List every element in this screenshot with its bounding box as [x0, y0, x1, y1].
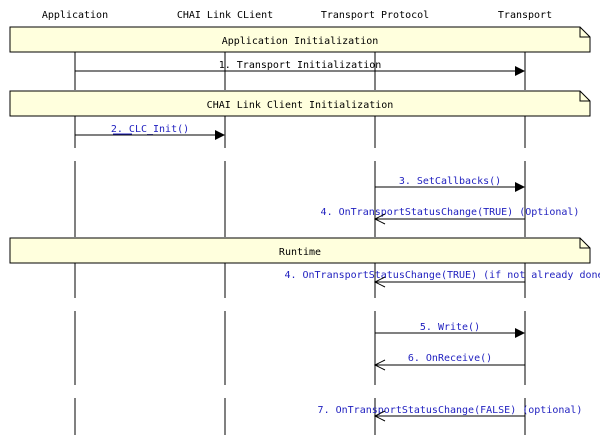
message-5-write: 5. Write() — [375, 322, 525, 338]
arrowhead-filled — [515, 66, 525, 76]
message-4-on-transport-status-change-if-not-done: 4. OnTransportStatusChange(TRUE) (if not… — [284, 270, 600, 288]
arrowhead-filled — [215, 130, 225, 140]
message-3-label: 3. SetCallbacks() — [399, 176, 501, 187]
message-7-label: 7. OnTransportStatusChange(FALSE) (optio… — [318, 405, 583, 416]
message-4b-label: 4. OnTransportStatusChange(TRUE) (if not… — [284, 270, 600, 281]
message-3-set-callbacks: 3. SetCallbacks() — [375, 176, 525, 192]
note-chai-link-client-initialization-label: CHAI Link Client Initialization — [207, 100, 394, 111]
note-application-initialization-label: Application Initialization — [222, 36, 379, 47]
message-1-label: 1. Transport Initialization — [219, 60, 382, 71]
note-runtime-label: Runtime — [279, 247, 321, 258]
note-runtime: Runtime — [9, 237, 591, 264]
sequence-diagram: Application CHAI Link CLient Transport P… — [9, 10, 600, 435]
message-2-clc-init: 2. CLC_Init() — [75, 124, 225, 140]
message-6-label: 6. OnReceive() — [408, 353, 492, 364]
message-6-on-receive: 6. OnReceive() — [373, 353, 525, 371]
message-1-transport-initialization: 1. Transport Initialization — [75, 60, 525, 76]
message-5-label: 5. Write() — [420, 322, 480, 333]
arrowhead-filled — [515, 328, 525, 338]
participant-application: Application — [42, 10, 108, 21]
participant-chai-link-client: CHAI Link CLient — [177, 10, 273, 21]
arrowhead-filled — [515, 182, 525, 192]
message-2-label: 2. CLC_Init() — [111, 124, 189, 135]
participant-transport-protocol: Transport Protocol — [321, 10, 429, 21]
message-7-on-transport-status-change-false: 7. OnTransportStatusChange(FALSE) (optio… — [318, 405, 583, 422]
note-application-initialization: Application Initialization — [9, 26, 591, 53]
message-4-on-transport-status-change-optional: 4. OnTransportStatusChange(TRUE) (Option… — [321, 207, 580, 225]
note-chai-link-client-initialization: CHAI Link Client Initialization — [9, 90, 591, 117]
participant-transport: Transport — [498, 10, 552, 21]
message-4a-label: 4. OnTransportStatusChange(TRUE) (Option… — [321, 207, 580, 218]
